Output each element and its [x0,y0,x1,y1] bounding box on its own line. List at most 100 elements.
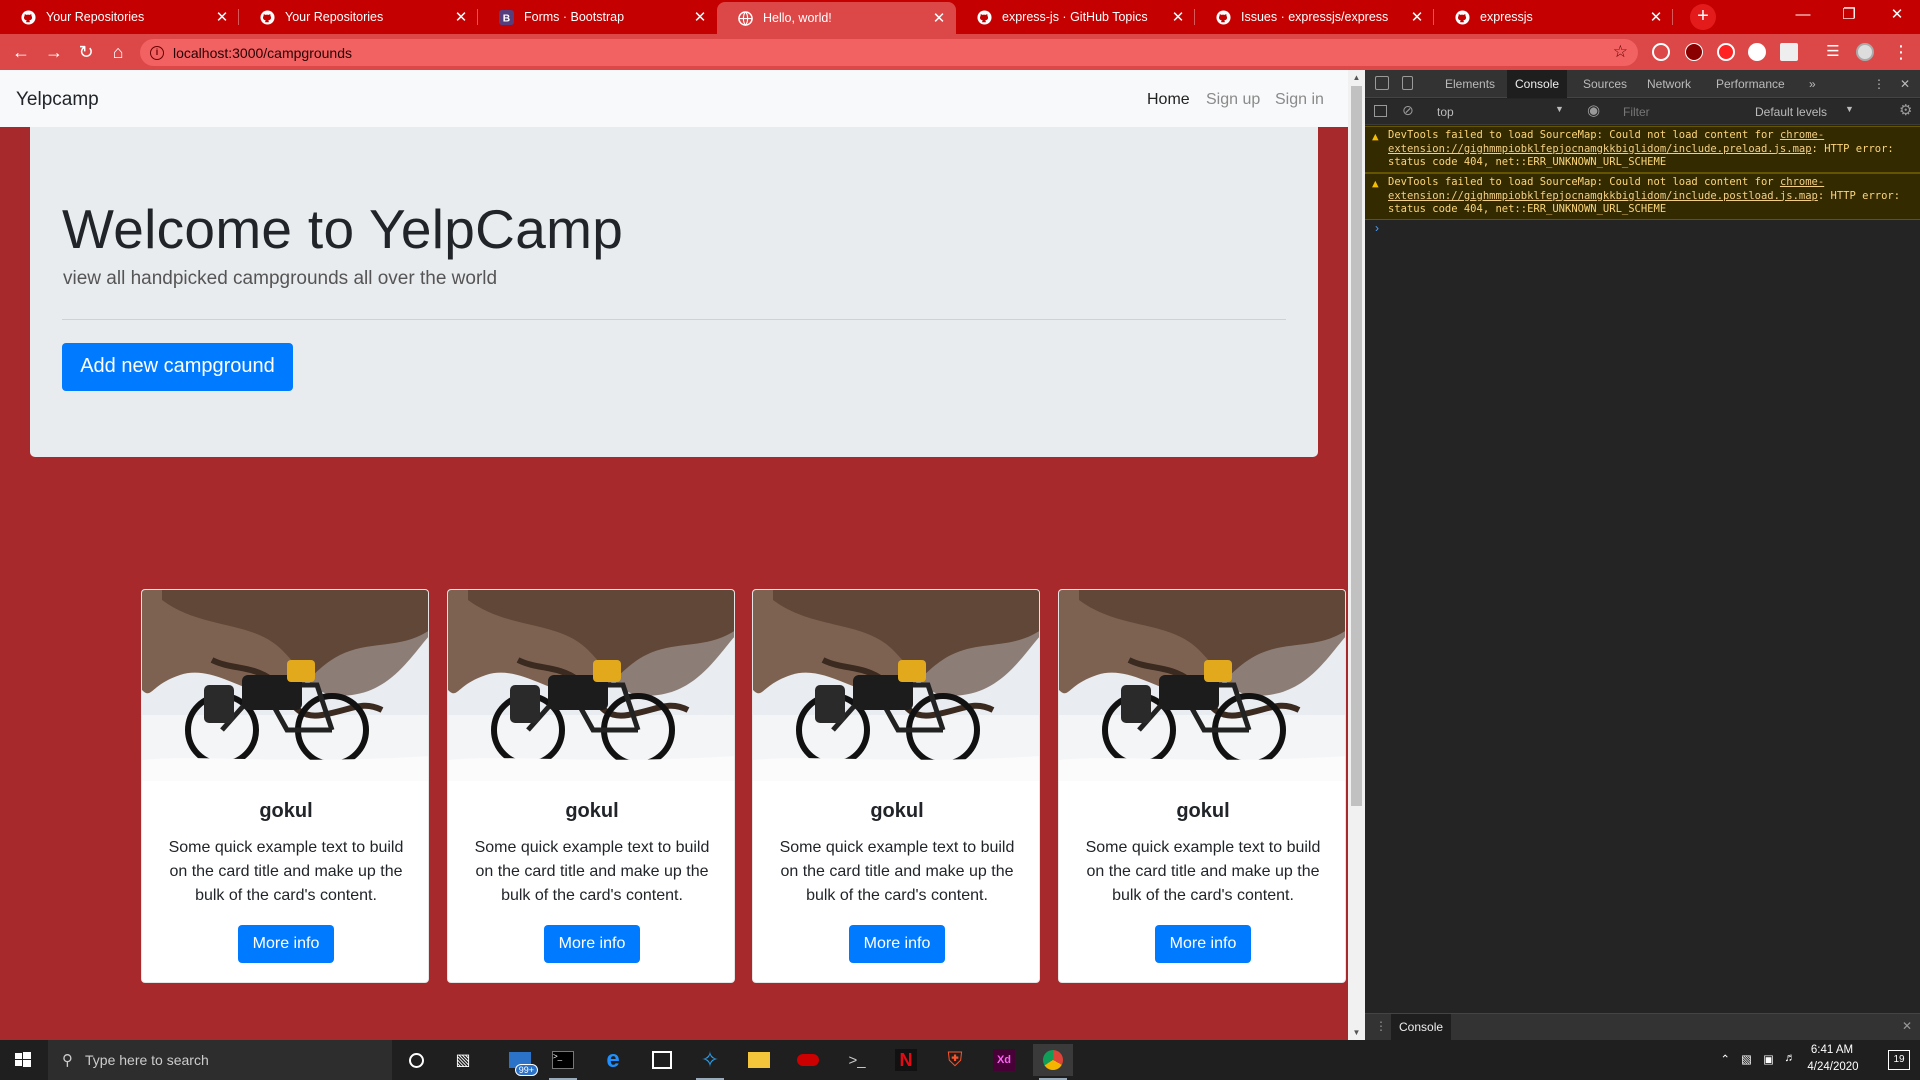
windows-start-icon[interactable] [0,1040,46,1080]
scrollbar-thumb[interactable] [1351,86,1362,806]
store-app-icon[interactable] [642,1044,682,1076]
browser-tab[interactable]: B Forms · Bootstrap ✕ [478,0,717,34]
tray-chevron-icon[interactable]: ⌃ [1720,1052,1730,1066]
extension-hand-icon[interactable] [1717,43,1735,61]
browser-tab[interactable]: Your Repositories ✕ [239,0,478,34]
drawer-tab-console[interactable]: Console [1391,1014,1452,1040]
more-info-button[interactable]: More info [849,925,945,963]
edge-app-icon[interactable]: e [593,1044,633,1076]
github-icon [1454,9,1470,25]
bookmark-star-icon[interactable]: ☆ [1613,42,1628,62]
devtools-drawer: ⋮ Console ✕ [1365,1013,1920,1040]
scroll-up-arrow-icon[interactable]: ▲ [1348,73,1365,82]
taskbar-search-box[interactable]: ⚲ Type here to search [48,1040,392,1080]
minimize-button[interactable]: — [1780,0,1826,32]
scroll-down-arrow-icon[interactable]: ▼ [1348,1028,1365,1037]
context-dropdown-icon[interactable]: ▼ [1555,104,1564,114]
drawer-close-icon[interactable]: ✕ [1902,1019,1912,1033]
nav-link-sign-up[interactable]: Sign up [1206,91,1260,109]
more-info-button[interactable]: More info [1155,925,1251,963]
nav-link-sign-in[interactable]: Sign in [1275,91,1324,109]
chrome-app-icon[interactable] [1033,1044,1073,1080]
clock-time[interactable]: 6:41 AM [1802,1044,1862,1056]
close-tab-icon[interactable]: ✕ [450,8,472,26]
sidebar-toggle-icon[interactable] [1374,105,1387,117]
close-window-button[interactable]: ✕ [1874,0,1920,32]
file-explorer-app-icon[interactable] [739,1044,779,1076]
devtools-tab-console[interactable]: Console [1507,70,1568,98]
navbar-brand[interactable]: Yelpcamp [16,89,99,111]
extension-circle-icon[interactable] [1748,43,1766,61]
nav-link-home[interactable]: Home [1147,91,1190,109]
close-tab-icon[interactable]: ✕ [928,9,950,27]
devtools-tab-sources[interactable]: Sources [1575,70,1635,98]
task-view-icon[interactable]: ▧ [443,1044,483,1076]
clear-console-icon[interactable]: ⊘ [1402,102,1414,119]
restore-button[interactable]: ❐ [1826,0,1872,32]
add-campground-button[interactable]: Add new campground [62,343,293,391]
reload-icon[interactable]: ↻ [75,41,97,63]
forward-arrow-icon[interactable]: → [43,41,65,63]
devtools-menu-icon[interactable]: ⋮ [1865,70,1893,98]
close-tab-icon[interactable]: ✕ [1406,8,1428,26]
notification-center-icon[interactable]: 19 [1888,1050,1910,1070]
terminal-app-icon[interactable]: >_ [543,1044,583,1080]
address-bar-url[interactable]: localhost:3000/campgrounds [173,45,352,61]
mail-app-icon[interactable]: 99+ [500,1044,540,1076]
console-filter-input[interactable]: Filter [1623,105,1650,119]
new-tab-button[interactable]: + [1690,4,1716,30]
vscode-app-icon[interactable]: ✧ [690,1044,730,1080]
media-controls-icon[interactable]: ☰ [1822,41,1844,63]
devtools-tab-network[interactable]: Network [1639,70,1699,98]
battery-icon[interactable]: ▧ [1741,1052,1752,1066]
devtools-close-icon[interactable]: ✕ [1892,70,1918,98]
cortana-icon[interactable] [396,1044,436,1076]
netflix-app-icon[interactable]: N [886,1044,926,1076]
close-tab-icon[interactable]: ✕ [689,8,711,26]
browser-tab[interactable]: express-js · GitHub Topics ✕ [956,0,1195,34]
more-info-button[interactable]: More info [238,925,334,963]
devtools-tab-elements[interactable]: Elements [1437,70,1503,98]
home-icon[interactable]: ⌂ [107,41,129,63]
profile-avatar[interactable] [1856,43,1874,61]
page-scrollbar[interactable]: ▲ ▼ [1348,70,1365,1040]
volume-icon[interactable]: ♬ [1785,1052,1797,1064]
chrome-menu-icon[interactable]: ⋮ [1890,41,1912,63]
clock-date[interactable]: 4/24/2020 [1800,1061,1866,1073]
card-title: gokul [870,800,924,822]
log-levels-select[interactable]: Default levels [1755,105,1827,119]
github-icon [976,9,992,25]
close-tab-icon[interactable]: ✕ [211,8,233,26]
browser-tab[interactable]: Your Repositories ✕ [0,0,239,34]
browser-tab[interactable]: Issues · expressjs/express ✕ [1195,0,1434,34]
brave-app-icon[interactable]: ⛨ [935,1044,975,1076]
network-icon[interactable]: ▣ [1763,1052,1774,1066]
close-tab-icon[interactable]: ✕ [1645,8,1667,26]
console-prompt-icon[interactable]: › [1375,221,1379,235]
drawer-menu-icon[interactable]: ⋮ [1375,1019,1387,1033]
adobe-xd-app-icon[interactable]: Xd [984,1044,1024,1076]
browser-tab[interactable]: Hello, world! ✕ [717,2,956,34]
levels-dropdown-icon[interactable]: ▼ [1845,104,1854,114]
context-select[interactable]: top [1437,105,1454,119]
extension-hexagon-icon[interactable] [1652,43,1670,61]
devtools-panel: Elements Console Sources Network Perform… [1365,70,1920,1040]
taskbar-search-placeholder[interactable]: Type here to search [85,1052,209,1068]
more-tabs-chevron-icon[interactable]: » [1801,70,1824,98]
browser-tab[interactable]: expressjs ✕ [1434,0,1673,34]
extension-ublock-icon[interactable] [1685,43,1703,61]
browser-tab-title: Your Repositories [46,10,145,24]
address-bar[interactable]: i localhost:3000/campgrounds ☆ [140,39,1638,66]
game-app-icon[interactable] [788,1044,828,1076]
extension-square-icon[interactable] [1780,43,1798,61]
devtools-tab-performance[interactable]: Performance [1708,70,1793,98]
more-info-button[interactable]: More info [544,925,640,963]
live-expression-eye-icon[interactable]: ◉ [1587,101,1600,119]
back-arrow-icon[interactable]: ← [10,41,32,63]
console-settings-gear-icon[interactable]: ⚙ [1899,101,1912,119]
cmd-app-icon[interactable]: >_ [837,1044,877,1076]
info-icon[interactable]: i [150,45,164,60]
device-toolbar-icon[interactable] [1402,76,1413,90]
close-tab-icon[interactable]: ✕ [1167,8,1189,26]
inspect-element-icon[interactable] [1375,76,1389,90]
